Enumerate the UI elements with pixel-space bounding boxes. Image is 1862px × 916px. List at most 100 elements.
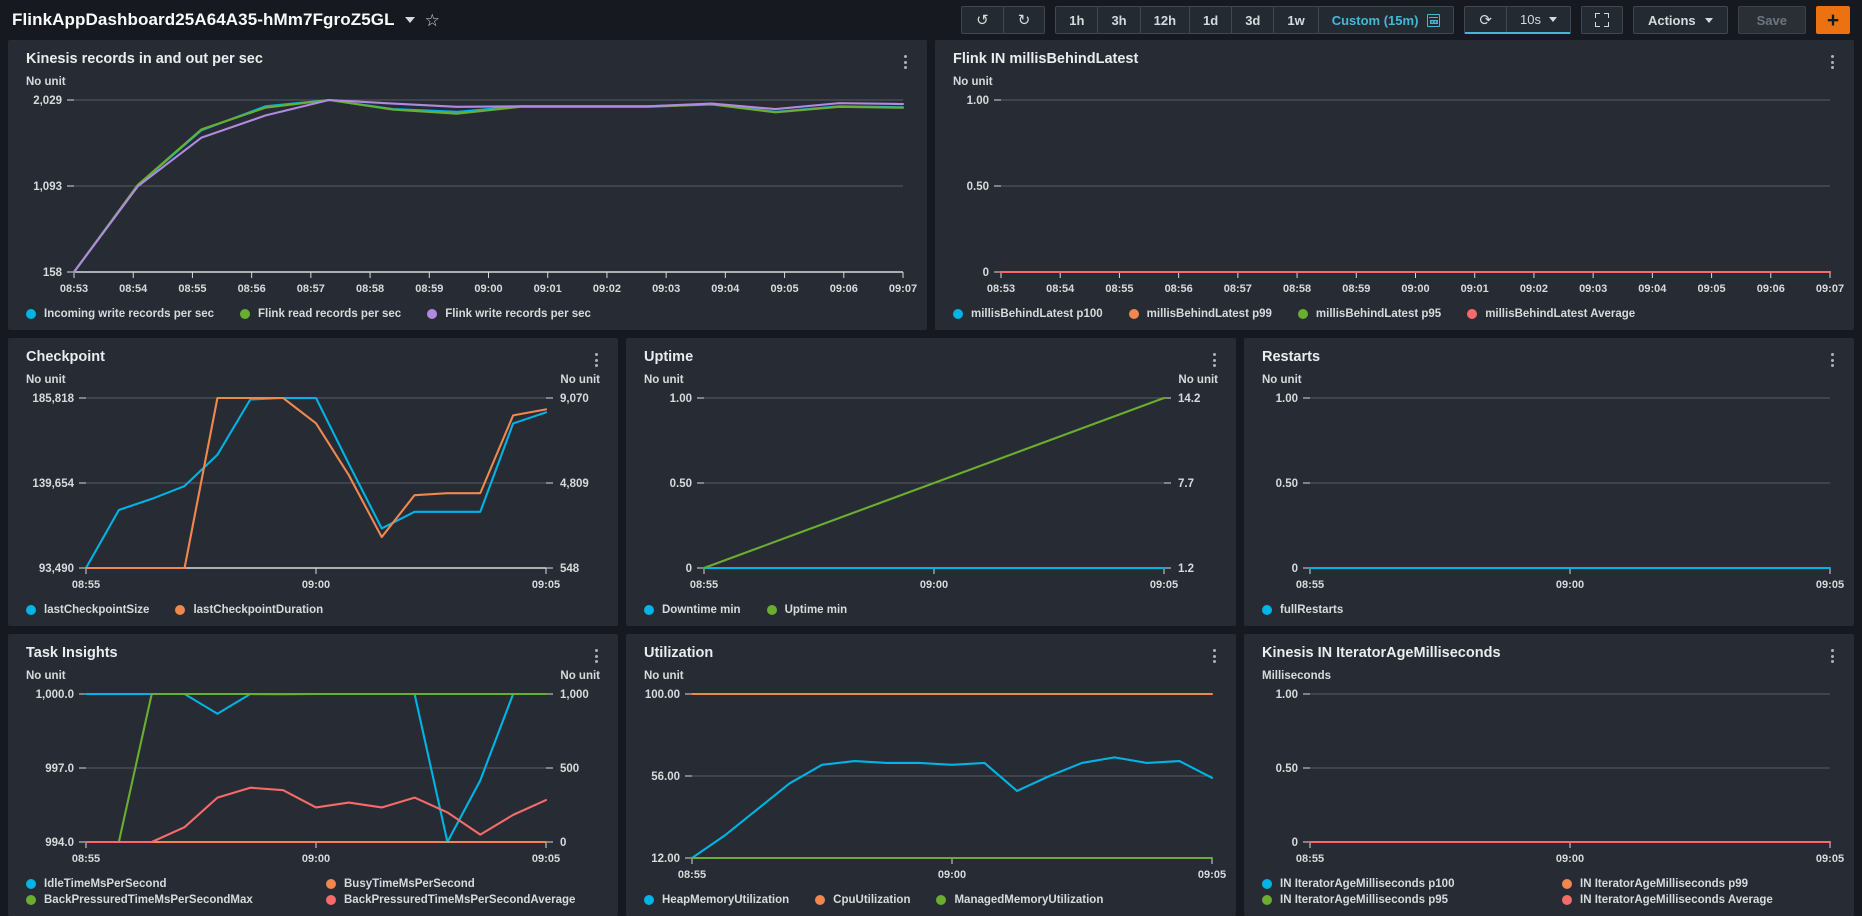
add-widget-button[interactable]: + — [1816, 6, 1850, 34]
chevron-down-icon — [1549, 17, 1557, 22]
legend-item[interactable]: BackPressuredTimeMsPerSecondAverage — [326, 894, 600, 906]
legend-label: millisBehindLatest p99 — [1147, 308, 1272, 320]
actions-button[interactable]: Actions — [1633, 6, 1728, 34]
time-range-1d[interactable]: 1d — [1190, 7, 1232, 33]
time-range-12h[interactable]: 12h — [1141, 7, 1190, 33]
svg-text:1,000.0: 1,000.0 — [36, 689, 74, 701]
legend-color-dot — [1262, 895, 1272, 905]
svg-text:158: 158 — [43, 267, 63, 279]
y-axis-unit-left: No unit — [1262, 374, 1302, 386]
widget-menu-icon[interactable] — [588, 645, 604, 663]
widget-menu-icon[interactable] — [1206, 349, 1222, 367]
widget-menu-icon[interactable] — [1824, 349, 1840, 367]
redo-button[interactable]: ↻ — [1004, 7, 1045, 33]
legend-item[interactable]: millisBehindLatest Average — [1467, 308, 1635, 320]
svg-text:08:55: 08:55 — [72, 579, 100, 591]
legend-item[interactable]: millisBehindLatest p100 — [953, 308, 1103, 320]
legend-item[interactable]: lastCheckpointSize — [26, 604, 149, 616]
widget-menu-icon[interactable] — [1824, 51, 1840, 69]
legend-item[interactable]: millisBehindLatest p99 — [1129, 308, 1272, 320]
svg-text:09:02: 09:02 — [593, 283, 621, 295]
widget-checkpoint[interactable]: CheckpointNo unitNo unit93,490139,654185… — [8, 338, 618, 626]
svg-text:12.00: 12.00 — [651, 853, 680, 865]
widget-uptime[interactable]: UptimeNo unitNo unit00.501.001.27.714.20… — [626, 338, 1236, 626]
legend-color-dot — [1562, 879, 1572, 889]
legend-item[interactable]: BackPressuredTimeMsPerSecondMax — [26, 894, 300, 906]
widget-menu-icon[interactable] — [1824, 645, 1840, 663]
legend-item[interactable]: Uptime min — [767, 604, 848, 616]
legend-item[interactable]: BusyTimeMsPerSecond — [326, 878, 600, 890]
plot-area[interactable]: 93,490139,654185,8185484,8099,07008:5509… — [8, 390, 618, 598]
legend-item[interactable]: Downtime min — [644, 604, 741, 616]
plot-area[interactable]: 00.501.001.27.714.208:5509:0009:05 — [626, 390, 1236, 598]
legend-item[interactable]: Flink write records per sec — [427, 308, 591, 320]
svg-text:08:55: 08:55 — [72, 853, 100, 865]
refresh-button[interactable]: ⟳ — [1465, 7, 1507, 32]
legend-item[interactable]: ManagedMemoryUtilization — [936, 894, 1103, 906]
legend-item[interactable]: CpuUtilization — [815, 894, 910, 906]
plot-area[interactable]: 1581,0932,02908:5308:5408:5508:5608:5708… — [8, 92, 927, 302]
save-button[interactable]: Save — [1738, 6, 1806, 34]
legend-label: Uptime min — [785, 604, 848, 616]
legend-item[interactable]: lastCheckpointDuration — [175, 604, 323, 616]
legend-item[interactable]: IN IteratorAgeMilliseconds p99 — [1562, 878, 1836, 890]
favorite-star-icon[interactable]: ☆ — [425, 12, 440, 29]
legend-item[interactable]: IN IteratorAgeMilliseconds p100 — [1262, 878, 1536, 890]
widget-kinesis-iteratorage[interactable]: Kinesis IN IteratorAgeMillisecondsMillis… — [1244, 634, 1854, 916]
legend-label: IN IteratorAgeMilliseconds Average — [1580, 894, 1773, 906]
svg-text:08:56: 08:56 — [238, 283, 266, 295]
chart-legend: Downtime min Uptime min — [626, 598, 1236, 626]
legend-item[interactable]: fullRestarts — [1262, 604, 1343, 616]
time-range-custom[interactable]: Custom (15m) — [1319, 7, 1454, 33]
chart-legend: HeapMemoryUtilization CpuUtilization Manag… — [626, 888, 1236, 916]
widget-restarts[interactable]: RestartsNo unit00.501.0008:5509:0009:05f… — [1244, 338, 1854, 626]
widget-title: Task Insights — [26, 645, 118, 661]
widget-title: Utilization — [644, 645, 713, 661]
legend-item[interactable]: HeapMemoryUtilization — [644, 894, 789, 906]
svg-text:1,093: 1,093 — [33, 181, 62, 193]
legend-label: fullRestarts — [1280, 604, 1343, 616]
plot-area[interactable]: 00.501.0008:5509:0009:05 — [1244, 686, 1854, 872]
widget-flink-millisbehindlatest[interactable]: Flink IN millisBehindLatestNo unit00.501… — [935, 40, 1854, 330]
svg-text:0: 0 — [560, 837, 566, 849]
legend-label: IdleTimeMsPerSecond — [44, 878, 167, 890]
svg-text:997.0: 997.0 — [45, 763, 74, 775]
plot-area[interactable]: 12.0056.00100.0008:5509:0009:05 — [626, 686, 1236, 888]
undo-button[interactable]: ↺ — [962, 7, 1004, 33]
calendar-icon[interactable] — [1427, 14, 1440, 27]
chevron-down-icon[interactable] — [405, 17, 415, 23]
widget-row-2: CheckpointNo unitNo unit93,490139,654185… — [8, 338, 1854, 626]
legend-item[interactable]: millisBehindLatest p95 — [1298, 308, 1441, 320]
svg-text:0.50: 0.50 — [967, 181, 989, 193]
plot-area[interactable]: 00.501.0008:5308:5408:5508:5608:5708:580… — [935, 92, 1854, 302]
widget-menu-icon[interactable] — [588, 349, 604, 367]
time-range-1h[interactable]: 1h — [1056, 7, 1098, 33]
legend-item[interactable]: IdleTimeMsPerSecond — [26, 878, 300, 890]
time-range-3d[interactable]: 3d — [1232, 7, 1274, 33]
refresh-interval-select[interactable]: 10s — [1507, 7, 1570, 32]
widget-kinesis-records[interactable]: Kinesis records in and out per secNo uni… — [8, 40, 927, 330]
time-range-3h[interactable]: 3h — [1098, 7, 1140, 33]
widget-task-insights[interactable]: Task InsightsNo unitNo unit994.0997.01,0… — [8, 634, 618, 916]
axis-unit-row: No unitNo unit — [626, 367, 1236, 386]
legend-item[interactable]: Incoming write records per sec — [26, 308, 214, 320]
time-range-1w[interactable]: 1w — [1274, 7, 1318, 33]
legend-item[interactable]: Flink read records per sec — [240, 308, 401, 320]
svg-text:09:01: 09:01 — [534, 283, 562, 295]
svg-text:0: 0 — [983, 267, 989, 279]
svg-text:08:55: 08:55 — [690, 579, 718, 591]
time-range-group: 1h 3h 12h 1d 3d 1w Custom (15m) — [1055, 6, 1454, 34]
widget-utilization[interactable]: UtilizationNo unit12.0056.00100.0008:550… — [626, 634, 1236, 916]
plot-area[interactable]: 00.501.0008:5509:0009:05 — [1244, 390, 1854, 598]
y-axis-unit-left: No unit — [953, 76, 993, 88]
plot-area[interactable]: 994.0997.01,000.005001,00008:5509:0009:0… — [8, 686, 618, 872]
legend-label: ManagedMemoryUtilization — [954, 894, 1103, 906]
y-axis-unit-right: No unit — [1178, 374, 1218, 386]
legend-item[interactable]: IN IteratorAgeMilliseconds p95 — [1262, 894, 1536, 906]
widget-menu-icon[interactable] — [897, 51, 913, 69]
widget-header: Kinesis IN IteratorAgeMilliseconds — [1244, 634, 1854, 663]
widget-menu-icon[interactable] — [1206, 645, 1222, 663]
fullscreen-button[interactable] — [1582, 7, 1622, 33]
svg-text:09:00: 09:00 — [302, 853, 330, 865]
legend-item[interactable]: IN IteratorAgeMilliseconds Average — [1562, 894, 1836, 906]
